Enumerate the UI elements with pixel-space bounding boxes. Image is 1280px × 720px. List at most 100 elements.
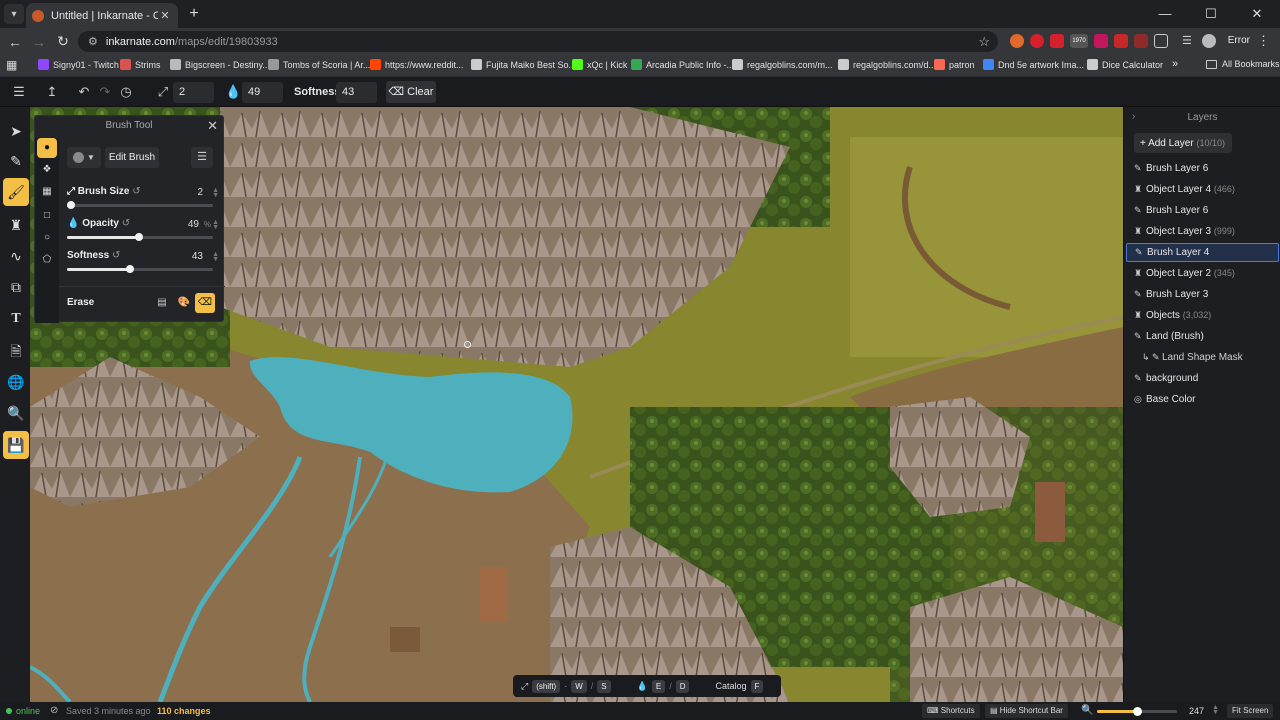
stamp-brush-icon[interactable]: ❖ (37, 160, 57, 180)
zoom-out-icon[interactable]: 🔍 (1081, 705, 1093, 716)
layer-row[interactable]: ✎ Brush Layer 4 (1126, 243, 1279, 262)
layer-row[interactable]: ✎ Brush Layer 6 (1126, 201, 1279, 220)
pattern-brush-icon[interactable]: ▦ (37, 182, 57, 202)
layer-row[interactable]: ◎ Base Color (1126, 390, 1279, 409)
save-icon[interactable]: 💾 (3, 431, 29, 459)
changes-count[interactable]: 110 changes (157, 706, 211, 716)
edit-brush-button[interactable]: Edit Brush (105, 147, 159, 168)
extension-icon[interactable] (1030, 34, 1044, 48)
maximize-icon[interactable]: ☐ (1188, 0, 1234, 28)
layer-row[interactable]: ♜ Objects (3,032) (1126, 306, 1279, 325)
layer-row[interactable]: ✎ Brush Layer 6 (1126, 159, 1279, 178)
bookmark-star-icon[interactable]: ☆ (978, 34, 990, 50)
bookmark-item[interactable]: https://www.reddit... (370, 59, 464, 70)
zoom-slider[interactable] (1097, 707, 1177, 716)
bookmark-item[interactable]: Strims (120, 59, 161, 70)
opacity-field[interactable]: 49 (242, 82, 283, 103)
opacity-handle[interactable] (134, 233, 143, 241)
brush-size-field[interactable]: 2 (173, 82, 214, 103)
reset-icon[interactable]: ↺ (132, 186, 140, 197)
forward-icon[interactable]: → (27, 34, 51, 50)
reading-list-icon[interactable]: ☰ (1182, 34, 1196, 48)
zoom-spinner-icon[interactable]: ▲ ▼ (1212, 704, 1219, 716)
redo-icon[interactable]: ↷ (97, 84, 113, 100)
circle-brush-icon[interactable]: ● (37, 138, 57, 158)
eraser-toggle-icon[interactable]: ⌫ (195, 293, 215, 313)
softness-field[interactable]: 43 (336, 82, 377, 103)
extension-icon[interactable] (1094, 34, 1108, 48)
extension-icon[interactable] (1114, 34, 1128, 48)
reset-icon[interactable]: ↺ (122, 218, 130, 229)
square-shape-icon[interactable]: □ (37, 206, 57, 226)
bookmark-item[interactable]: Bigscreen - Destiny... (170, 59, 270, 70)
all-bookmarks[interactable]: All Bookmarks (1206, 59, 1280, 69)
layer-row[interactable]: ✎ Brush Layer 3 (1126, 285, 1279, 304)
layer-row[interactable]: ♜ Object Layer 3 (999) (1126, 222, 1279, 241)
layer-row[interactable]: ↳ ✎ Land Shape Mask (1126, 348, 1279, 367)
object-tool-icon[interactable]: ♜ (3, 211, 29, 239)
select-tool-icon[interactable]: ➤ (3, 117, 29, 145)
zoom-tool-icon[interactable]: 🔍 (3, 399, 29, 427)
site-info-icon[interactable]: ⚙ (88, 35, 98, 48)
tab-search-icon[interactable]: ▾ (4, 4, 24, 24)
bookmark-item[interactable]: Dice Calculator (1087, 59, 1163, 70)
panel-close-icon[interactable]: ✕ (207, 118, 218, 134)
softness-slider[interactable] (67, 265, 213, 273)
tab-close-icon[interactable]: ✕ (158, 9, 172, 22)
clear-button[interactable]: ⌫ Clear (386, 81, 436, 103)
brush-size-slider[interactable] (67, 201, 213, 209)
brush-color-swatch[interactable]: ▼ (67, 147, 101, 168)
bookmark-item[interactable]: regalgoblins.com/m... (732, 59, 833, 70)
layer-row[interactable]: ♜ Object Layer 4 (466) (1126, 180, 1279, 199)
softness-spinner-icon[interactable]: ▲ ▼ (212, 251, 219, 263)
add-layer-button[interactable]: + Add Layer (10/10) (1134, 133, 1232, 153)
notes-tool-icon[interactable]: 🗎 (3, 337, 29, 365)
zoom-handle[interactable] (1133, 707, 1142, 716)
softness-handle[interactable] (125, 265, 134, 273)
bookmark-item[interactable]: regalgoblins.com/d... (838, 59, 936, 70)
shortcuts-button[interactable]: ⌨ Shortcuts (922, 704, 980, 718)
export-icon[interactable]: ↥ (44, 84, 60, 100)
opacity-value[interactable]: 49 (188, 219, 199, 230)
fit-screen-button[interactable]: Fit Screen (1227, 704, 1274, 718)
palette-erase-icon[interactable]: 🎨 (174, 293, 194, 313)
reload-icon[interactable]: ↻ (51, 33, 75, 50)
layer-row[interactable]: ✎ Land (Brush) (1126, 327, 1279, 346)
zoom-value[interactable]: 247 (1189, 706, 1204, 716)
text-tool-icon[interactable]: T (3, 305, 29, 333)
brush-size-value[interactable]: 2 (197, 187, 203, 198)
opacity-spinner-icon[interactable]: ▲ ▼ (212, 219, 219, 231)
bookmark-item[interactable]: Signy01 - Twitch (38, 59, 119, 70)
path-tool-icon[interactable]: ∿ (3, 242, 29, 270)
url-field[interactable]: ⚙ inkarnate.com /maps/edit/19803933 ☆ (78, 31, 998, 52)
bookmark-item[interactable]: Arcadia Public Info -... (631, 59, 734, 70)
extension-icon[interactable] (1050, 34, 1064, 48)
circle-shape-icon[interactable]: ○ (37, 228, 57, 248)
shape-tool-icon[interactable]: ⧉ (3, 273, 29, 301)
extension-badge[interactable]: 1970 (1070, 34, 1088, 48)
hamburger-menu-icon[interactable]: ☰ (11, 84, 27, 100)
extensions-puzzle-icon[interactable] (1154, 34, 1168, 48)
softness-value[interactable]: 43 (192, 251, 203, 262)
profile-avatar-icon[interactable] (1202, 34, 1216, 48)
hatch-erase-icon[interactable]: ▤ (152, 293, 172, 313)
extension-icon[interactable] (1010, 34, 1024, 48)
reset-icon[interactable]: ↺ (112, 250, 120, 261)
bookmark-item[interactable]: Fujita Maiko Best So... (471, 59, 576, 70)
undo-icon[interactable]: ↶ (76, 84, 92, 100)
globe-tool-icon[interactable]: 🌐 (3, 368, 29, 396)
profile-error-label[interactable]: Error (1228, 35, 1250, 46)
layer-row[interactable]: ✎ background (1126, 369, 1279, 388)
bookmark-item[interactable]: Dnd 5e artwork Ima... (983, 59, 1084, 70)
history-icon[interactable]: ◷ (118, 84, 134, 100)
brush-settings-icon[interactable]: ☰ (191, 147, 213, 168)
hide-shortcut-bar-button[interactable]: ▤ Hide Shortcut Bar (985, 704, 1068, 718)
extension-icon[interactable] (1134, 34, 1148, 48)
window-close-icon[interactable]: ✕ (1234, 0, 1280, 28)
apps-grid-icon[interactable]: ▦ (6, 58, 17, 72)
paint-tool-icon[interactable]: ✎ (3, 147, 29, 175)
back-icon[interactable]: ← (3, 34, 27, 50)
bookmarks-overflow-icon[interactable]: » (1172, 58, 1178, 70)
browser-tab[interactable]: Untitled | Inkarnate - Create Fa ✕ (26, 3, 178, 28)
minimize-icon[interactable]: — (1142, 0, 1188, 28)
